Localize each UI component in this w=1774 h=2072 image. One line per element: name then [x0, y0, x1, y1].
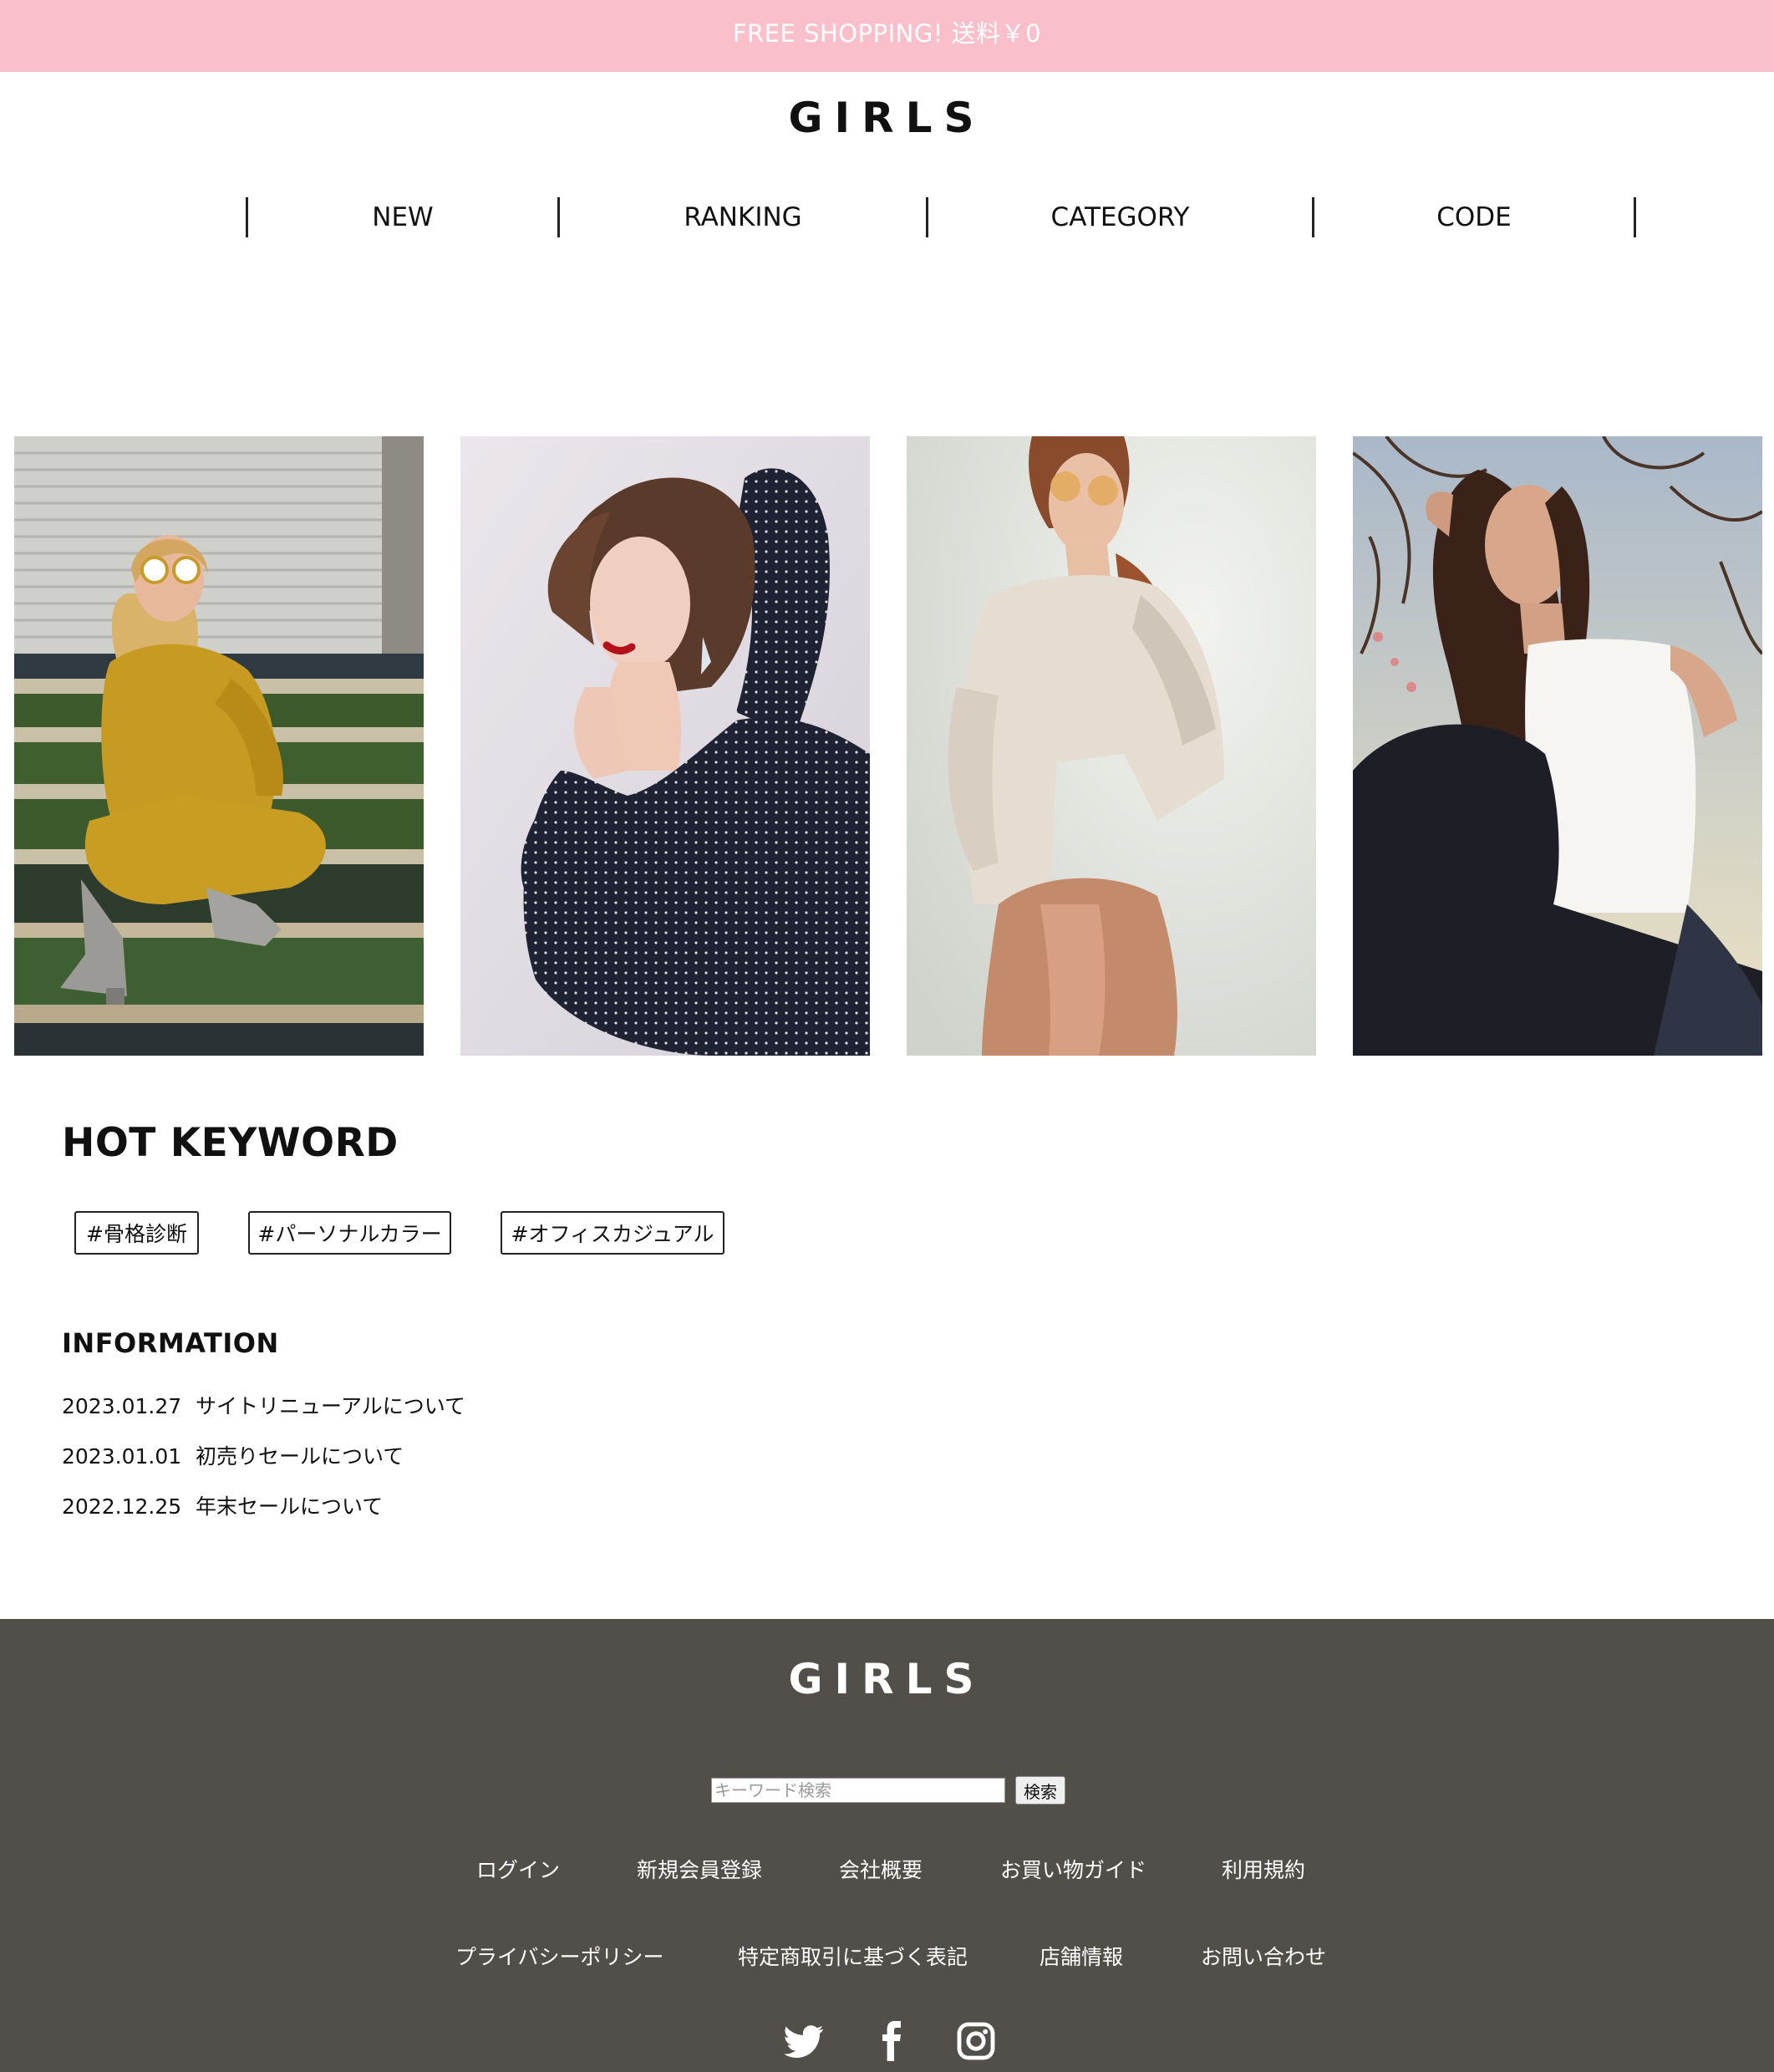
- nav-divider: [1634, 197, 1636, 237]
- info-item: 2023.01.01 初売りセールについて: [62, 1440, 404, 1470]
- footer-link-store-info[interactable]: 店舗情報: [1039, 1941, 1123, 1971]
- footer-link-shopping-guide[interactable]: お買い物ガイド: [1000, 1854, 1146, 1884]
- info-item: 2023.01.27 サイトリニューアルについて: [62, 1390, 465, 1420]
- footer-link-contact[interactable]: お問い合わせ: [1201, 1941, 1326, 1971]
- info-link[interactable]: サイトリニューアルについて: [196, 1394, 465, 1418]
- footer-link-company[interactable]: 会社概要: [839, 1854, 923, 1884]
- footer-link-terms[interactable]: 利用規約: [1222, 1854, 1305, 1884]
- info-link[interactable]: 年末セールについて: [196, 1494, 383, 1519]
- nav-item-new[interactable]: NEW: [248, 197, 557, 237]
- photo-model-white-tank-top[interactable]: [1353, 436, 1762, 1056]
- footer-link-privacy-policy[interactable]: プライバシーポリシー: [455, 1941, 664, 1971]
- keyword-tag-office-casual[interactable]: #オフィスカジュアル: [501, 1211, 724, 1255]
- facebook-icon-glyph: [882, 2021, 901, 2061]
- info-date: 2022.12.25: [62, 1494, 182, 1519]
- footer-logo[interactable]: GIRLS: [0, 1655, 1774, 1703]
- photo-model-white-tank-top-image: [1353, 436, 1762, 1056]
- hot-keyword-heading: HOT KEYWORD: [62, 1120, 399, 1166]
- site-logo[interactable]: GIRLS: [0, 94, 1774, 142]
- photo-model-polka-dot-blouse[interactable]: [460, 436, 870, 1056]
- nav-item-ranking[interactable]: RANKING: [560, 197, 926, 237]
- instagram-icon-glyph: [957, 2022, 995, 2060]
- search-button[interactable]: 検索: [1015, 1776, 1065, 1805]
- photo-model-yellow-knit-dress-image: [14, 436, 424, 1056]
- footer-link-register[interactable]: 新規会員登録: [637, 1854, 762, 1884]
- footer-link-login[interactable]: ログイン: [476, 1854, 560, 1884]
- photo-model-yellow-knit-dress[interactable]: [14, 436, 424, 1056]
- photo-model-polka-dot-blouse-image: [460, 436, 870, 1056]
- info-link[interactable]: 初売りセールについて: [196, 1444, 404, 1469]
- info-date: 2023.01.01: [62, 1444, 182, 1469]
- twitter-icon[interactable]: [784, 2021, 824, 2061]
- info-item: 2022.12.25 年末セールについて: [62, 1490, 383, 1520]
- facebook-icon[interactable]: [871, 2021, 911, 2061]
- nav-item-category[interactable]: CATEGORY: [928, 197, 1312, 237]
- instagram-icon[interactable]: [956, 2021, 996, 2061]
- keyword-tag-skeleton-diagnosis[interactable]: #骨格診断: [74, 1211, 199, 1255]
- nav-item-code[interactable]: CODE: [1314, 197, 1634, 237]
- keyword-search-input[interactable]: [711, 1778, 1005, 1803]
- twitter-icon-glyph: [784, 2025, 824, 2058]
- photo-model-beige-shirt-sunglasses[interactable]: [907, 436, 1316, 1056]
- info-date: 2023.01.27: [62, 1394, 182, 1418]
- keyword-tag-personal-color[interactable]: #パーソナルカラー: [248, 1211, 451, 1255]
- information-heading: INFORMATION: [62, 1327, 279, 1359]
- photo-model-beige-shirt-sunglasses-image: [907, 436, 1316, 1056]
- footer-link-commerce-law[interactable]: 特定商取引に基づく表記: [738, 1941, 968, 1971]
- free-shipping-notice: FREE SHOPPING! 送料￥0: [732, 19, 1042, 48]
